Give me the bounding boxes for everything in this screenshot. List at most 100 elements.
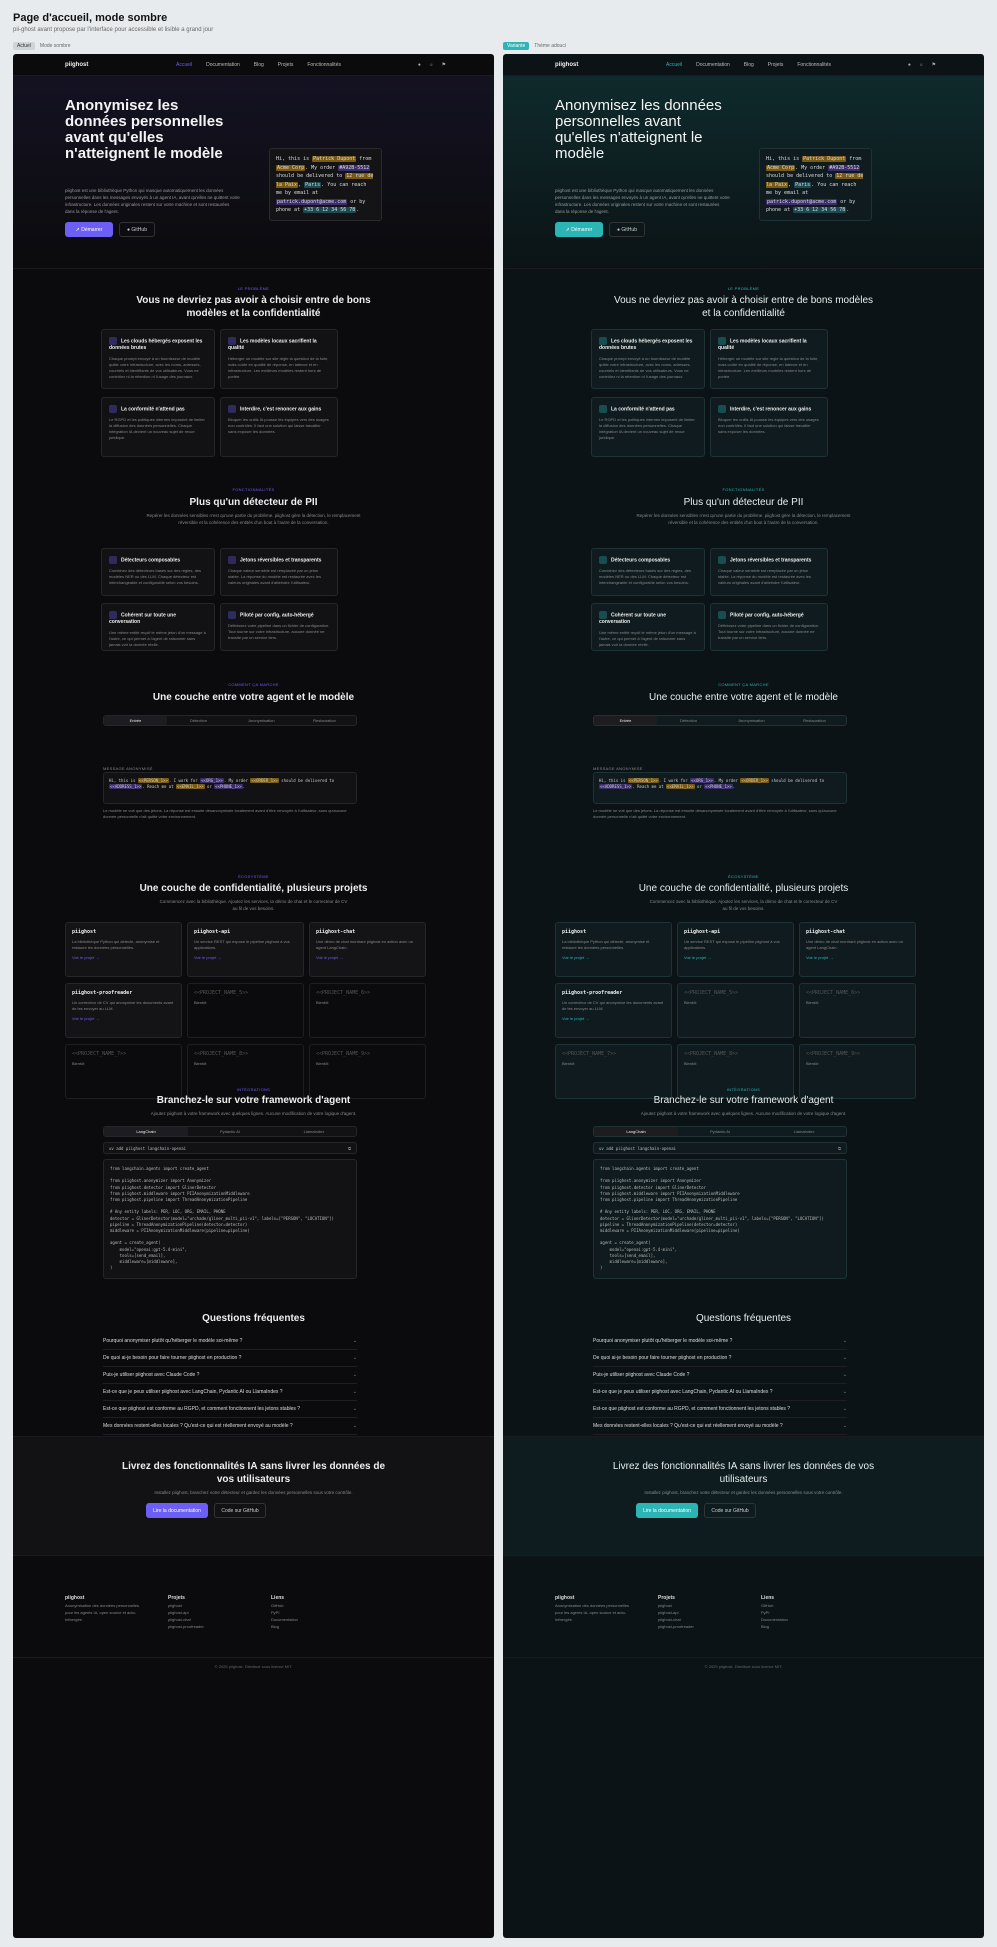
faq-item[interactable]: Est-ce que piighost est conforme au RGPD… — [593, 1401, 847, 1418]
token: <<PERSON_1>> — [627, 778, 659, 783]
faq-item[interactable]: Pourquoi anonymiser plutôt qu'héberger l… — [103, 1333, 357, 1350]
tab-0[interactable]: Entrée — [594, 716, 657, 725]
project-card[interactable]: piighost-api Un service REST qui expose l… — [187, 922, 304, 977]
footer-link[interactable]: piighost — [658, 1602, 738, 1609]
project-card[interactable]: piighost La bibliothèque Python qui détec… — [555, 922, 672, 977]
project-card[interactable]: piighost-proofreader Un correcteur de CV … — [555, 983, 672, 1038]
nav-link-docs[interactable]: Documentation — [696, 62, 730, 68]
footer-link[interactable]: piighost-proofreader — [168, 1623, 248, 1630]
get-started-button[interactable]: ➚ Démarrer — [555, 222, 603, 237]
footer-link[interactable]: piighost-chat — [658, 1616, 738, 1623]
project-card[interactable]: piighost-proofreader Un correcteur de CV … — [65, 983, 182, 1038]
faq-item[interactable]: Est-ce que je peux utiliser piighost ave… — [593, 1384, 847, 1401]
project-link[interactable]: Voir le projet → — [806, 955, 909, 960]
project-link[interactable]: Voir le projet → — [72, 1016, 175, 1021]
tab-2[interactable]: Anonymisation — [230, 716, 293, 725]
nav-link-blog[interactable]: Blog — [744, 62, 754, 68]
code-snippet: from langchain.agents import create_agen… — [103, 1159, 357, 1279]
footer-link[interactable]: piighost-proofreader — [658, 1623, 738, 1630]
footer-link[interactable]: PyPI — [761, 1609, 841, 1616]
tab-0[interactable]: Entrée — [104, 716, 167, 725]
framework-tab[interactable]: LlamaIndex — [762, 1127, 846, 1136]
chevron-down-icon: ⌄ — [842, 1355, 847, 1361]
theme-toggle-icon[interactable]: ☼ — [919, 62, 924, 68]
project-link[interactable]: Voir le projet → — [684, 955, 787, 960]
footer-link[interactable]: piighost-api — [658, 1609, 738, 1616]
project-link[interactable]: Voir le projet → — [562, 955, 665, 960]
nav-link-features[interactable]: Fonctionnalités — [307, 62, 341, 68]
framework-tab[interactable]: LangChain — [104, 1127, 188, 1136]
faq-item[interactable]: Pourquoi anonymiser plutôt qu'héberger l… — [593, 1333, 847, 1350]
project-link[interactable]: Voir le projet → — [316, 955, 419, 960]
tab-3[interactable]: Restauration — [783, 716, 846, 725]
github-cta-button[interactable]: Code sur GitHub — [214, 1503, 266, 1518]
faq-item[interactable]: Puis-je utiliser piighost avec Claude Co… — [593, 1367, 847, 1384]
feature-card-title: Piloté par config, auto-hébergé — [718, 611, 820, 619]
token: <<ORG_1>> — [690, 778, 714, 783]
github-button[interactable]: ● GitHub — [609, 222, 645, 237]
nav-link-docs[interactable]: Documentation — [206, 62, 240, 68]
nav-link-projects[interactable]: Projets — [278, 62, 294, 68]
project-link[interactable]: Voir le projet → — [194, 955, 297, 960]
tab-1[interactable]: Détection — [657, 716, 720, 725]
github-button[interactable]: ● GitHub — [119, 222, 155, 237]
faq-item[interactable]: De quoi ai-je besoin pour faire tourner … — [103, 1350, 357, 1367]
feature-icon — [718, 611, 726, 619]
faq-item[interactable]: Est-ce que piighost est conforme au RGPD… — [103, 1401, 357, 1418]
footer-link[interactable]: piighost-chat — [168, 1616, 248, 1623]
language-icon[interactable]: ⚑ — [932, 62, 936, 68]
footer-link[interactable]: Blog — [271, 1623, 351, 1630]
project-card[interactable]: piighost La bibliothèque Python qui détec… — [65, 922, 182, 977]
footer-link[interactable]: PyPI — [271, 1609, 351, 1616]
language-icon[interactable]: ⚑ — [442, 62, 446, 68]
footer-link[interactable]: piighost-api — [168, 1609, 248, 1616]
project-card[interactable]: piighost-api Un service REST qui expose l… — [677, 922, 794, 977]
footer-link[interactable]: piighost — [168, 1602, 248, 1609]
read-docs-button[interactable]: Lire la documentation — [636, 1503, 698, 1518]
framework-tab[interactable]: Pydantic AI — [188, 1127, 272, 1136]
copy-icon[interactable]: ⧉ — [838, 1146, 841, 1151]
project-name: piighost-api — [194, 929, 231, 935]
project-link[interactable]: Voir le projet → — [72, 955, 175, 960]
read-docs-button[interactable]: Lire la documentation — [146, 1503, 208, 1518]
github-icon[interactable]: ● — [908, 62, 911, 68]
tab-2[interactable]: Anonymisation — [720, 716, 783, 725]
faq-item[interactable]: De quoi ai-je besoin pour faire tourner … — [593, 1350, 847, 1367]
brand-logo[interactable]: piighost — [65, 62, 88, 68]
frame-soft: piighost Accueil Documentation Blog Proj… — [503, 54, 984, 1938]
footer-link[interactable]: GitHub — [271, 1602, 351, 1609]
project-link[interactable]: Voir le projet → — [562, 1016, 665, 1021]
project-card[interactable]: piighost-chat Une démo de chat montrant p… — [799, 922, 916, 977]
copy-icon[interactable]: ⧉ — [348, 1146, 351, 1151]
theme-toggle-icon[interactable]: ☼ — [429, 62, 434, 68]
brand-logo[interactable]: piighost — [555, 62, 578, 68]
footer-link[interactable]: Documentation — [271, 1616, 351, 1623]
output-description: Le modèle ne voit que des jetons. La rép… — [593, 808, 837, 819]
nav-link-home[interactable]: Accueil — [176, 62, 192, 68]
tab-3[interactable]: Restauration — [293, 716, 356, 725]
faq-item[interactable]: Mes données restent-elles locales ? Qu'e… — [593, 1418, 847, 1435]
nav-link-features[interactable]: Fonctionnalités — [797, 62, 831, 68]
output-text: or — [204, 784, 215, 789]
output-text: . Reach me at — [632, 784, 667, 789]
nav-link-projects[interactable]: Projets — [768, 62, 784, 68]
github-cta-button[interactable]: Code sur GitHub — [704, 1503, 756, 1518]
faq-item[interactable]: Mes données restent-elles locales ? Qu'e… — [103, 1418, 357, 1435]
framework-tab[interactable]: LangChain — [594, 1127, 678, 1136]
output-description: Le modèle ne voit que des jetons. La rép… — [103, 808, 347, 819]
footer-link[interactable]: GitHub — [761, 1602, 841, 1609]
faq-item[interactable]: Est-ce que je peux utiliser piighost ave… — [103, 1384, 357, 1401]
faq-item[interactable]: Puis-je utiliser piighost avec Claude Co… — [103, 1367, 357, 1384]
framework-tab[interactable]: Pydantic AI — [678, 1127, 762, 1136]
footer-link[interactable]: Documentation — [761, 1616, 841, 1623]
footer-link[interactable]: Blog — [761, 1623, 841, 1630]
github-icon[interactable]: ● — [418, 62, 421, 68]
framework-tab[interactable]: LlamaIndex — [272, 1127, 356, 1136]
nav-link-home[interactable]: Accueil — [666, 62, 682, 68]
project-card[interactable]: piighost-chat Une démo de chat montrant p… — [309, 922, 426, 977]
get-started-button[interactable]: ➚ Démarrer — [65, 222, 113, 237]
token: <<ORG_1>> — [200, 778, 224, 783]
s4-subtitle: Commencez avec la bibliothèque. Ajoutez … — [159, 899, 348, 911]
nav-link-blog[interactable]: Blog — [254, 62, 264, 68]
tab-1[interactable]: Détection — [167, 716, 230, 725]
